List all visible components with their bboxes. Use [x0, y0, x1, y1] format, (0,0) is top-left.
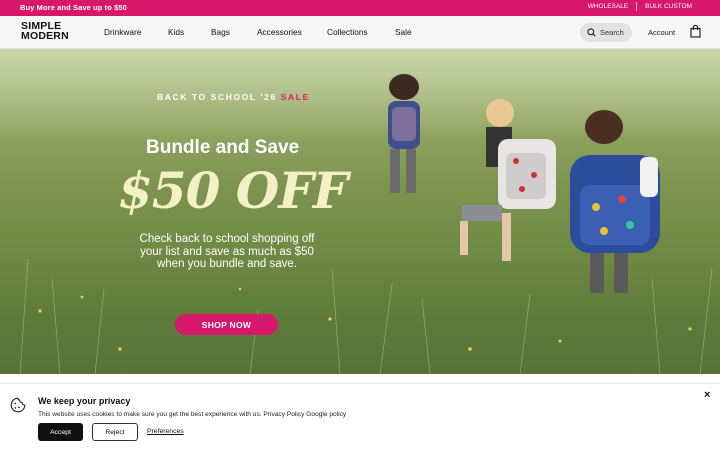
- cookie-text: This website uses cookies to make sure y…: [38, 411, 347, 418]
- hero-banner: BACK TO SCHOOL '26 SALE Bundle and Save $…: [0, 49, 720, 374]
- nav-item-drinkware[interactable]: Drinkware: [104, 27, 168, 37]
- child-right: [570, 110, 660, 293]
- hero-eyebrow: BACK TO SCHOOL '26 SALE: [157, 92, 310, 102]
- nav-item-kids[interactable]: Kids: [168, 27, 211, 37]
- eyebrow-text: BACK TO SCHOOL '26: [157, 92, 277, 102]
- nav-item-collections[interactable]: Collections: [327, 27, 395, 37]
- child-left: [388, 74, 420, 193]
- close-icon[interactable]: ×: [704, 389, 710, 401]
- shopping-bag-icon: [690, 24, 701, 38]
- wholesale-link[interactable]: WHOLESALE: [580, 3, 636, 10]
- utility-links: WHOLESALE BULK CUSTOM: [580, 2, 700, 11]
- hero-headline: Bundle and Save: [146, 137, 300, 158]
- preferences-link[interactable]: Preferences: [147, 428, 184, 435]
- bulk-custom-link[interactable]: BULK CUSTOM: [637, 3, 700, 10]
- promo-bar: Buy More and Save up to $50 WHOLESALE BU…: [0, 0, 720, 16]
- hero-subcopy: Check back to school shopping off your l…: [139, 233, 315, 270]
- eyebrow-sale: SALE: [280, 92, 310, 102]
- search-icon: [587, 28, 596, 37]
- brand-logo[interactable]: SIMPLE MODERN: [21, 21, 69, 41]
- meadow-photo: [19, 74, 713, 374]
- child-middle: [460, 99, 556, 261]
- search-button[interactable]: Search: [580, 23, 632, 42]
- nav-item-bags[interactable]: Bags: [211, 27, 257, 37]
- main-nav: SIMPLE MODERN Drinkware Kids Bags Access…: [0, 16, 720, 49]
- account-link[interactable]: Account: [648, 28, 675, 37]
- promo-text[interactable]: Buy More and Save up to $50: [20, 3, 127, 12]
- reject-button[interactable]: Reject: [92, 423, 138, 441]
- nav-item-accessories[interactable]: Accessories: [257, 27, 327, 37]
- cart-button[interactable]: [690, 24, 701, 43]
- hero-offer: $50 OFF: [118, 161, 348, 220]
- cookie-title: We keep your privacy: [38, 396, 131, 406]
- accept-button[interactable]: Accept: [38, 423, 83, 441]
- nav-menu: Drinkware Kids Bags Accessories Collecti…: [104, 27, 425, 37]
- cookie-icon: [10, 397, 26, 413]
- cookie-banner: We keep your privacy This website uses c…: [0, 383, 720, 450]
- shop-now-button[interactable]: SHOP NOW: [175, 314, 278, 335]
- search-label: Search: [600, 28, 624, 37]
- nav-item-sale[interactable]: Sale: [395, 27, 425, 37]
